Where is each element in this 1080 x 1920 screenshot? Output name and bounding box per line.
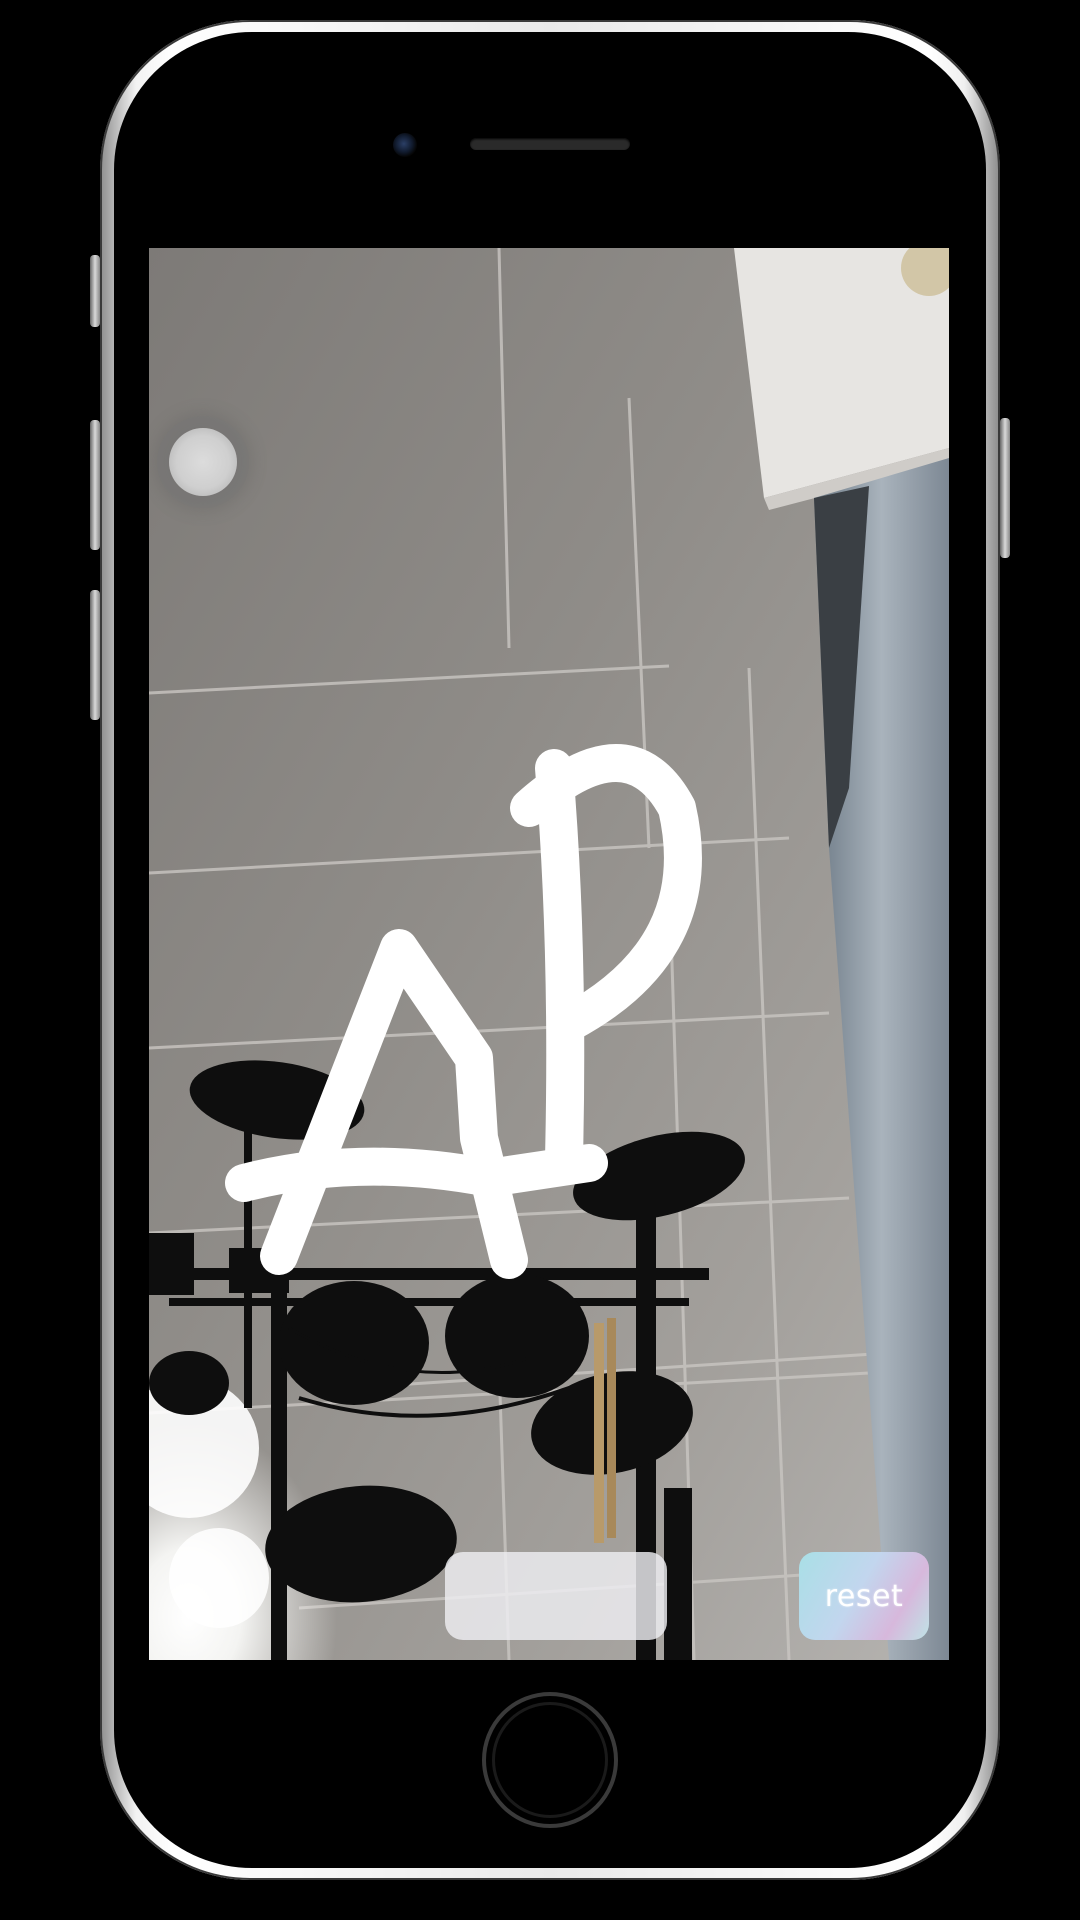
stage: reset — [0, 0, 1080, 1920]
reset-button[interactable]: reset — [799, 1552, 929, 1640]
home-button-ring — [492, 1702, 608, 1818]
home-button[interactable] — [482, 1692, 618, 1828]
earpiece — [470, 138, 630, 150]
capture-button[interactable] — [169, 428, 237, 496]
mute-switch — [90, 255, 100, 327]
volume-down-button — [90, 590, 100, 720]
drumsticks — [594, 1323, 604, 1543]
volume-up-button — [90, 420, 100, 550]
camera-feed — [149, 248, 949, 1660]
front-camera-icon — [393, 133, 417, 157]
ar-screen[interactable]: reset — [149, 248, 949, 1660]
blank-button[interactable] — [445, 1552, 667, 1640]
power-button — [1000, 418, 1010, 558]
